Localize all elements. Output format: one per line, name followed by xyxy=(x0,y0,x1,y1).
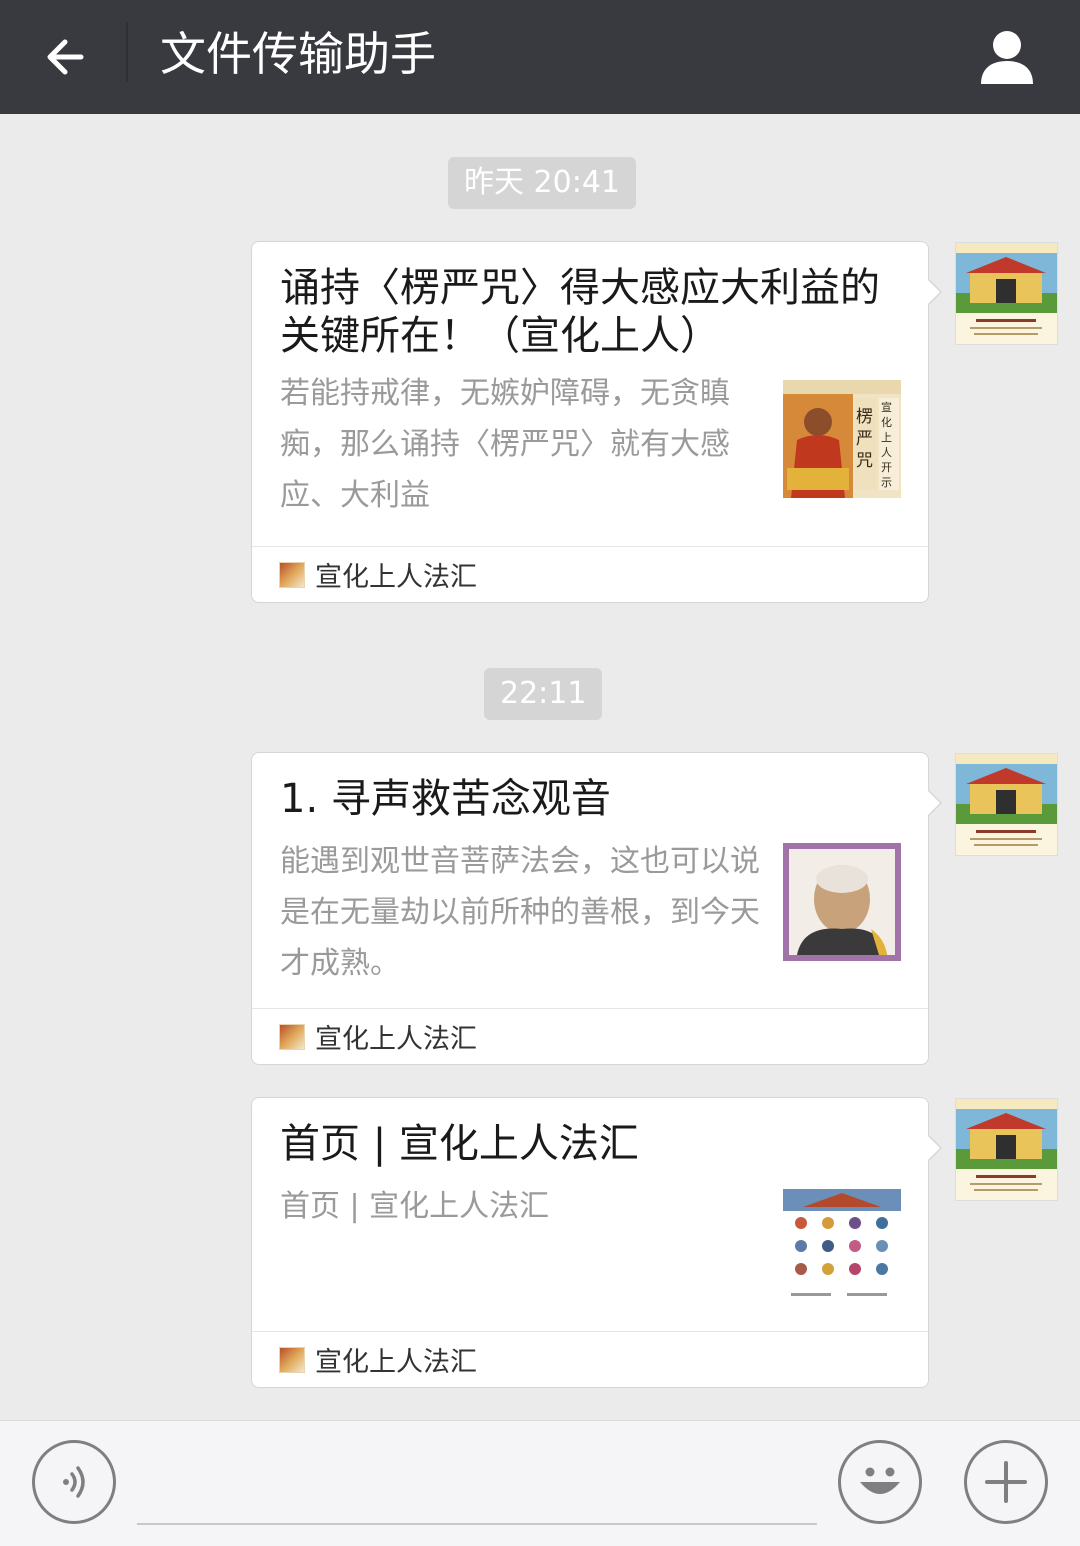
temple-gate-image xyxy=(956,1099,1057,1200)
more-options-button[interactable] xyxy=(964,1440,1048,1524)
person-icon xyxy=(981,31,1033,84)
card-footer: 宣化上人法汇 xyxy=(252,1331,928,1387)
source-name: 宣化上人法汇 xyxy=(315,1024,477,1055)
card-title: 首页 | 宣化上人法汇 xyxy=(280,1121,639,1167)
card-footer: 宣化上人法汇 xyxy=(252,546,928,602)
input-bar xyxy=(0,1420,1080,1546)
card-title: 诵持〈楞严咒〉得大感应大利益的关键所在！（宣化上人） xyxy=(280,265,880,359)
voice-icon xyxy=(63,1466,85,1498)
topbar-divider xyxy=(126,22,128,82)
website-preview-image xyxy=(783,1189,901,1307)
portrait-image xyxy=(783,843,901,961)
back-button[interactable] xyxy=(30,22,100,92)
chat-info-button[interactable] xyxy=(970,20,1044,94)
emoji-button[interactable] xyxy=(838,1440,922,1524)
voice-input-button[interactable] xyxy=(32,1440,116,1524)
card-description: 首页 | 宣化上人法汇 xyxy=(280,1189,550,1224)
source-name: 宣化上人法汇 xyxy=(315,562,477,593)
sender-avatar[interactable] xyxy=(955,1098,1058,1201)
temple-gate-image xyxy=(956,243,1057,344)
top-bar: 文件传输助手 xyxy=(0,0,1080,114)
temple-gate-image xyxy=(956,754,1057,855)
link-card-message[interactable]: 诵持〈楞严咒〉得大感应大利益的关键所在！（宣化上人） 若能持戒律，无嫉妒障碍，无… xyxy=(251,241,942,603)
sender-avatar[interactable] xyxy=(955,753,1058,856)
source-logo-icon xyxy=(279,561,305,588)
source-logo-icon xyxy=(279,1023,305,1050)
smiley-icon xyxy=(860,1467,900,1494)
plus-icon xyxy=(985,1461,1027,1503)
card-title: 1. 寻声救苦念观音 xyxy=(280,776,611,822)
link-card-message[interactable]: 首页 | 宣化上人法汇 首页 | 宣化上人法汇 宣化上人法汇 xyxy=(251,1097,942,1388)
card-thumbnail: 楞严咒 宣化上人开示 xyxy=(783,380,901,498)
timestamp: 昨天 20:41 xyxy=(448,157,636,209)
card-thumbnail xyxy=(783,1189,901,1307)
card-description: 若能持戒律，无嫉妒障碍，无贪瞋痴，那么诵持〈楞严咒〉就有大感应、大利益 xyxy=(280,376,730,513)
thumbnail-caption: 楞严咒 xyxy=(856,407,873,471)
arrow-left-icon xyxy=(47,39,84,75)
card-thumbnail xyxy=(783,843,901,961)
thumbnail-side-caption: 宣化上人开示 xyxy=(881,401,892,489)
link-card-message[interactable]: 1. 寻声救苦念观音 能遇到观世音菩萨法会，这也可以说是在无量劫以前所种的善根，… xyxy=(251,752,942,1065)
source-logo-icon xyxy=(279,1346,305,1373)
card-footer: 宣化上人法汇 xyxy=(252,1008,928,1064)
card-description: 能遇到观世音菩萨法会，这也可以说是在无量劫以前所种的善根，到今天才成熟。 xyxy=(280,844,760,981)
source-name: 宣化上人法汇 xyxy=(315,1347,477,1378)
timestamp: 22:11 xyxy=(484,668,603,720)
message-input[interactable] xyxy=(137,1523,817,1525)
sender-avatar[interactable] xyxy=(955,242,1058,345)
chat-title: 文件传输助手 xyxy=(160,27,436,81)
